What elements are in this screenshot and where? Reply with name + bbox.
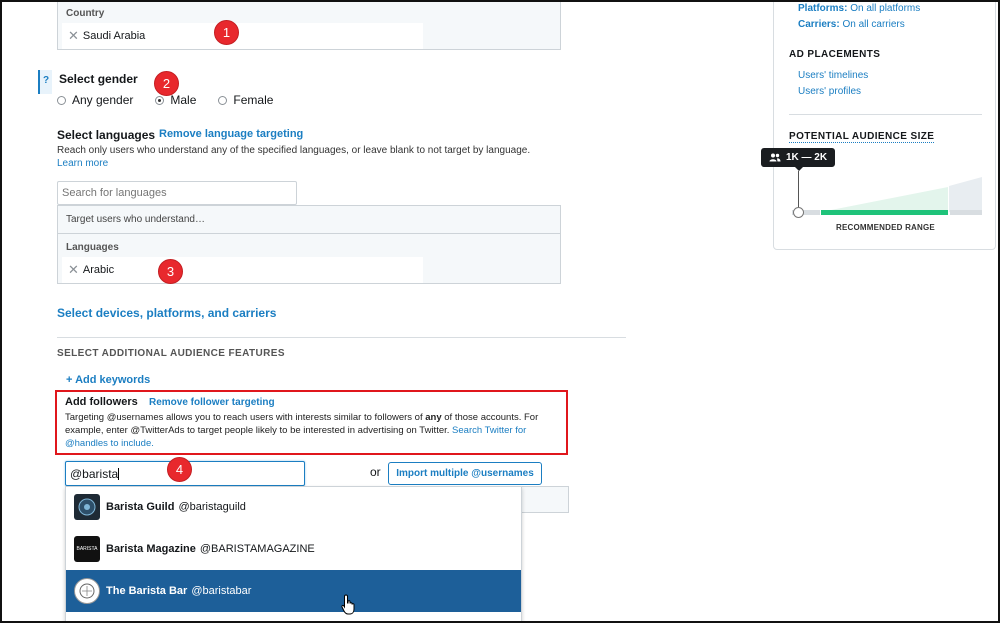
country-label: Country [66,8,105,19]
step-badge-4: 4 [167,457,192,482]
help-icon[interactable]: ? [38,70,52,94]
language-search-input[interactable] [57,181,297,205]
platforms-label: Platforms: [798,3,848,14]
followers-desc-1: Targeting @usernames allows you to reach… [65,412,423,423]
text-cursor [118,468,120,480]
barista-magazine-avatar: BARISTA [74,536,100,562]
gender-option-any[interactable]: Any gender [57,93,133,107]
follower-input-value: @barista [70,467,119,481]
import-usernames-button[interactable]: Import multiple @usernames [388,462,542,485]
remove-follower-link[interactable]: Remove follower targeting [149,397,275,408]
suggestion-item-selected[interactable]: The Barista Bar @baristabar [66,570,521,612]
languages-divider [58,233,560,234]
suggestion-handle: @baristabar [191,585,252,597]
gender-any-label: Any gender [72,93,134,107]
platforms-row: Platforms: On all platforms [798,3,920,14]
learn-more-link[interactable]: Learn more [57,158,108,169]
radio-female-icon [218,95,228,105]
languages-box: Target users who understand… Languages ✕… [57,205,561,284]
languages-description-text: Reach only users who understand any of t… [57,145,531,156]
range-handle[interactable] [793,207,804,218]
languages-description: Reach only users who understand any of t… [57,144,557,170]
suggestion-item[interactable]: BARISTA Barista Magazine @BARISTAMAGAZIN… [66,528,521,570]
suggestion-name: Barista Guild [106,501,175,513]
audience-range-value: 1K — 2K [785,152,828,163]
language-value: Arabic [82,264,115,276]
ad-placements-title: AD PLACEMENTS [789,49,881,60]
suggestion-name: The Barista Bar [106,585,188,597]
barista-bar-avatar [74,578,100,604]
remove-language-icon[interactable]: ✕ [68,262,79,278]
section-divider [57,337,626,338]
audience-range-chart [792,177,982,215]
remove-country-icon[interactable]: ✕ [68,28,79,44]
add-keywords-link[interactable]: + Add keywords [66,374,150,386]
followers-title: Add followers [65,396,138,408]
languages-title: Select languages [57,128,156,142]
suggestion-item[interactable]: Barista Guild @baristaguild [66,486,521,528]
tooltip-pointer [794,166,804,171]
placement-profiles: Users' profiles [798,86,862,97]
hand-cursor-icon [341,594,355,615]
carriers-label: Carriers: [798,19,840,30]
summary-panel: Platforms: On all platforms Carriers: On… [761,0,996,250]
radio-male-icon [155,95,165,105]
guild-logo-icon [78,498,96,516]
step-badge-3: 3 [158,259,183,284]
recommended-range-label: RECOMMENDED RANGE [836,223,935,232]
followers-desc-bold: any [425,412,442,423]
country-chip: ✕ Saudi Arabia [62,23,423,49]
language-chip: ✕ Arabic [62,257,423,283]
audience-range-tooltip: 1K — 2K [761,148,835,167]
barista-guild-avatar [74,494,100,520]
audience-size-title: POTENTIAL AUDIENCE SIZE [789,131,935,143]
gender-title: Select gender [59,72,138,86]
additional-features-heading: SELECT ADDITIONAL AUDIENCE FEATURES [57,348,285,359]
step-badge-1: 1 [214,20,239,45]
people-icon [769,153,781,162]
gender-male-label: Male [170,93,197,107]
suggestion-handle: @baristaguild [178,501,246,513]
gender-options: Any gender Male Female [57,93,289,107]
remove-language-link[interactable]: Remove language targeting [159,128,303,140]
devices-link[interactable]: Select devices, platforms, and carriers [57,306,276,320]
platforms-value: On all platforms [850,3,921,14]
radio-any-icon [57,95,66,105]
country-box: Country ✕ Saudi Arabia [57,0,561,50]
gender-female-label: Female [233,93,274,107]
or-text: or [370,465,381,479]
magazine-logo-text: BARISTA [76,546,98,552]
followers-description: Targeting @usernames allows you to reach… [65,411,555,450]
carriers-row: Carriers: On all carriers [798,19,905,30]
placement-timelines: Users' timelines [798,70,869,81]
country-value: Saudi Arabia [82,30,146,42]
suggestion-handle: @BARISTAMAGAZINE [199,543,315,555]
gender-option-female[interactable]: Female [218,93,273,107]
bar-logo-icon [79,583,95,599]
carriers-value: On all carriers [842,19,905,30]
followers-highlight: Add followers Remove follower targeting … [55,390,568,455]
suggestion-name: Barista Magazine [106,543,196,555]
target-users-text: Target users who understand… [66,214,205,225]
step-badge-2: 2 [154,71,179,96]
summary-divider [789,114,982,115]
languages-label: Languages [66,242,119,253]
suggestion-divider [66,612,521,623]
